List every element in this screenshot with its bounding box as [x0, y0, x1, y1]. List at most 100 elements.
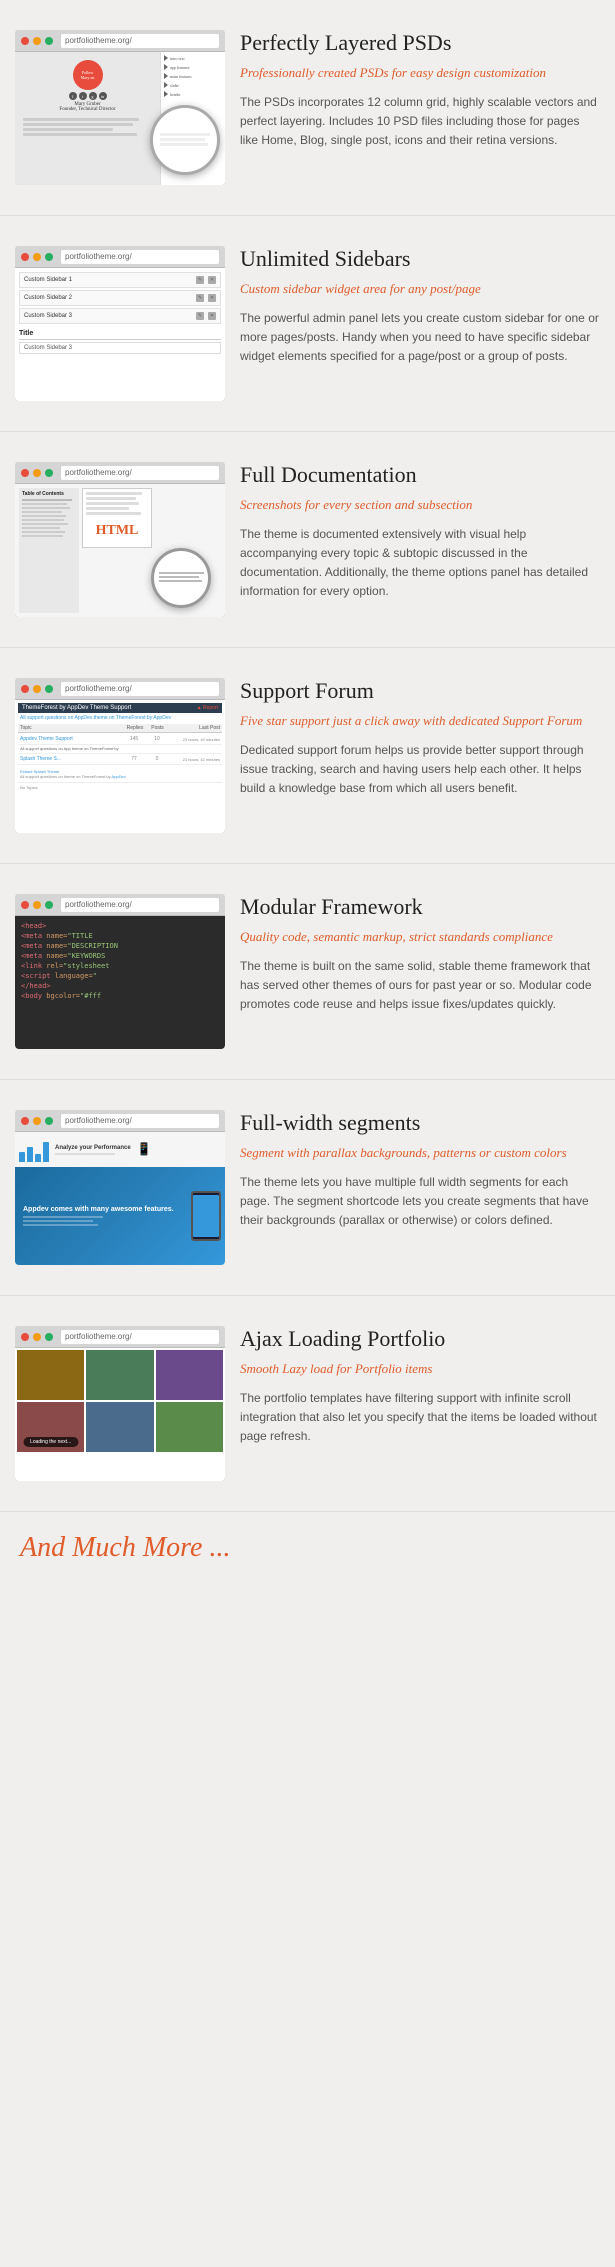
support-content: Support Forum Five star support just a c… — [240, 678, 600, 833]
browser-dot-red — [21, 1117, 29, 1125]
browser-dot-green — [45, 1333, 53, 1341]
code-line: <body bgcolor="#fff — [21, 992, 219, 1000]
psd-nav-item: header — [164, 91, 222, 97]
framework-title: Modular Framework — [240, 894, 600, 920]
segments-subtitle: Segment with parallax backgrounds, patte… — [240, 1144, 600, 1162]
portfolio-title: Ajax Loading Portfolio — [240, 1326, 600, 1352]
browser-dot-yellow — [33, 685, 41, 693]
browser-address: portfoliotheme.org/ — [61, 34, 219, 48]
browser-dot-yellow — [33, 253, 41, 261]
sidebars-subtitle: Custom sidebar widget area for any post/… — [240, 280, 600, 298]
social-btn: g — [89, 92, 97, 100]
psd-content: Perfectly Layered PSDs Professionally cr… — [240, 30, 600, 185]
browser-dot-yellow — [33, 469, 41, 477]
social-btn: t — [79, 92, 87, 100]
framework-content: Modular Framework Quality code, semantic… — [240, 894, 600, 1049]
feature-portfolio: portfoliotheme.org/ Loading the next... — [0, 1296, 615, 1512]
portfolio-item — [17, 1350, 84, 1400]
browser-address: portfoliotheme.org/ — [61, 898, 219, 912]
sidebar-row: Custom Sidebar 1 ✎ ✕ — [19, 272, 221, 288]
browser-address: portfoliotheme.org/ — [61, 1330, 219, 1344]
doc-subtitle: Screenshots for every section and subsec… — [240, 496, 600, 514]
sidebar-row: Custom Sidebar 2 ✎ ✕ — [19, 290, 221, 306]
forum-subtitle: All support questions on AppDev theme on… — [18, 715, 222, 721]
portfolio-item — [156, 1350, 223, 1400]
browser-dot-green — [45, 253, 53, 261]
feature-segments: portfoliotheme.org/ Analyze your Perform — [0, 1080, 615, 1296]
psd-image: portfoliotheme.org/ FollowMary on f t g — [15, 30, 225, 185]
psd-description: The PSDs incorporates 12 column grid, hi… — [240, 93, 600, 151]
sidebar-title-label: Title — [19, 328, 221, 340]
portfolio-image: portfoliotheme.org/ Loading the next... — [15, 1326, 225, 1481]
browser-address: portfoliotheme.org/ — [61, 466, 219, 480]
much-more-section: And Much More ... — [0, 1512, 615, 1584]
feature-support: portfoliotheme.org/ ThemeForest by AppDe… — [0, 648, 615, 864]
portfolio-item — [156, 1402, 223, 1452]
psd-nav-item: main features — [164, 73, 222, 79]
much-more-title: And Much More ... — [20, 1532, 230, 1563]
portfolio-description: The portfolio templates have filtering s… — [240, 1389, 600, 1447]
html-label: HTML — [86, 523, 148, 539]
code-line: <meta name="TITLE — [21, 932, 219, 940]
psd-name: Mary GruberFounder, Technical Director — [59, 102, 115, 112]
segments-description: The theme lets you have multiple full wi… — [240, 1173, 600, 1231]
feature-psd: portfoliotheme.org/ FollowMary on f t g — [0, 0, 615, 216]
browser-content-portfolio: Loading the next... — [15, 1348, 225, 1481]
code-line: <head> — [21, 922, 219, 930]
browser-address: portfoliotheme.org/ — [61, 250, 219, 264]
forum-header: ThemeForest by AppDev Theme Support ▲ Re… — [18, 703, 222, 713]
psd-nav-item: intro text — [164, 55, 222, 61]
doc-description: The theme is documented extensively with… — [240, 525, 600, 602]
delete-icon: ✕ — [208, 294, 216, 302]
sidebars-content: Unlimited Sidebars Custom sidebar widget… — [240, 246, 600, 401]
delete-icon: ✕ — [208, 276, 216, 284]
support-subtitle: Five star support just a click away with… — [240, 712, 600, 730]
psd-title: Perfectly Layered PSDs — [240, 30, 600, 56]
support-image: portfoliotheme.org/ ThemeForest by AppDe… — [15, 678, 225, 833]
browser-content-sidebars: Custom Sidebar 1 ✎ ✕ Custom Sidebar 2 ✎ … — [15, 268, 225, 401]
sidebars-description: The powerful admin panel lets you create… — [240, 309, 600, 367]
browser-dot-red — [21, 37, 29, 45]
documentation-image: portfoliotheme.org/ Table of Contents — [15, 462, 225, 617]
psd-nav-item: app features — [164, 64, 222, 70]
segment-top: Analyze your Performance 📱 — [15, 1132, 225, 1167]
portfolio-content: Ajax Loading Portfolio Smooth Lazy load … — [240, 1326, 600, 1481]
framework-description: The theme is built on the same solid, st… — [240, 957, 600, 1015]
social-btn: in — [99, 92, 107, 100]
feature-framework: portfoliotheme.org/ <head> <meta name="T… — [0, 864, 615, 1080]
browser-address: portfoliotheme.org/ — [61, 682, 219, 696]
browser-address: portfoliotheme.org/ — [61, 1114, 219, 1128]
sidebar-row: Custom Sidebar 3 ✎ ✕ — [19, 308, 221, 324]
code-line: <link rel="stylesheet — [21, 962, 219, 970]
sidebars-title: Unlimited Sidebars — [240, 246, 600, 272]
edit-icon: ✎ — [196, 294, 204, 302]
browser-dot-red — [21, 469, 29, 477]
browser-dot-green — [45, 469, 53, 477]
code-line: <meta name="KEYWORDS — [21, 952, 219, 960]
browser-dot-yellow — [33, 901, 41, 909]
forum-row: Appdev Theme Support 145 10 23 hours, 40… — [18, 734, 222, 745]
browser-dot-red — [21, 1333, 29, 1341]
browser-content-code: <head> <meta name="TITLE <meta name="DES… — [15, 916, 225, 1049]
doc-magnifier — [151, 548, 211, 608]
browser-content-forum: ThemeForest by AppDev Theme Support ▲ Re… — [15, 700, 225, 833]
browser-dot-green — [45, 685, 53, 693]
doc-paper: HTML — [82, 488, 152, 548]
feature-documentation: portfoliotheme.org/ Table of Contents — [0, 432, 615, 648]
browser-content-segments: Analyze your Performance 📱 Appdev comes … — [15, 1132, 225, 1265]
browser-content-doc: Table of Contents — [15, 484, 225, 617]
browser-dot-green — [45, 1117, 53, 1125]
segments-content: Full-width segments Segment with paralla… — [240, 1110, 600, 1265]
psd-avatar: FollowMary on — [73, 60, 103, 90]
browser-dot-red — [21, 253, 29, 261]
magnifier — [150, 105, 220, 175]
code-line: </head> — [21, 982, 219, 990]
browser-dot-green — [45, 901, 53, 909]
segment-device — [191, 1191, 221, 1241]
loading-indicator: Loading the next... — [23, 1437, 78, 1447]
portfolio-subtitle: Smooth Lazy load for Portfolio items — [240, 1360, 600, 1378]
segment-bottom: Appdev comes with many awesome features. — [15, 1167, 225, 1265]
browser-content-psd: FollowMary on f t g in Mary GruberFounde… — [15, 52, 225, 185]
forum-row: Splash Theme S... 77 0 23 hours, 42 minu… — [18, 754, 222, 765]
edit-icon: ✎ — [196, 312, 204, 320]
